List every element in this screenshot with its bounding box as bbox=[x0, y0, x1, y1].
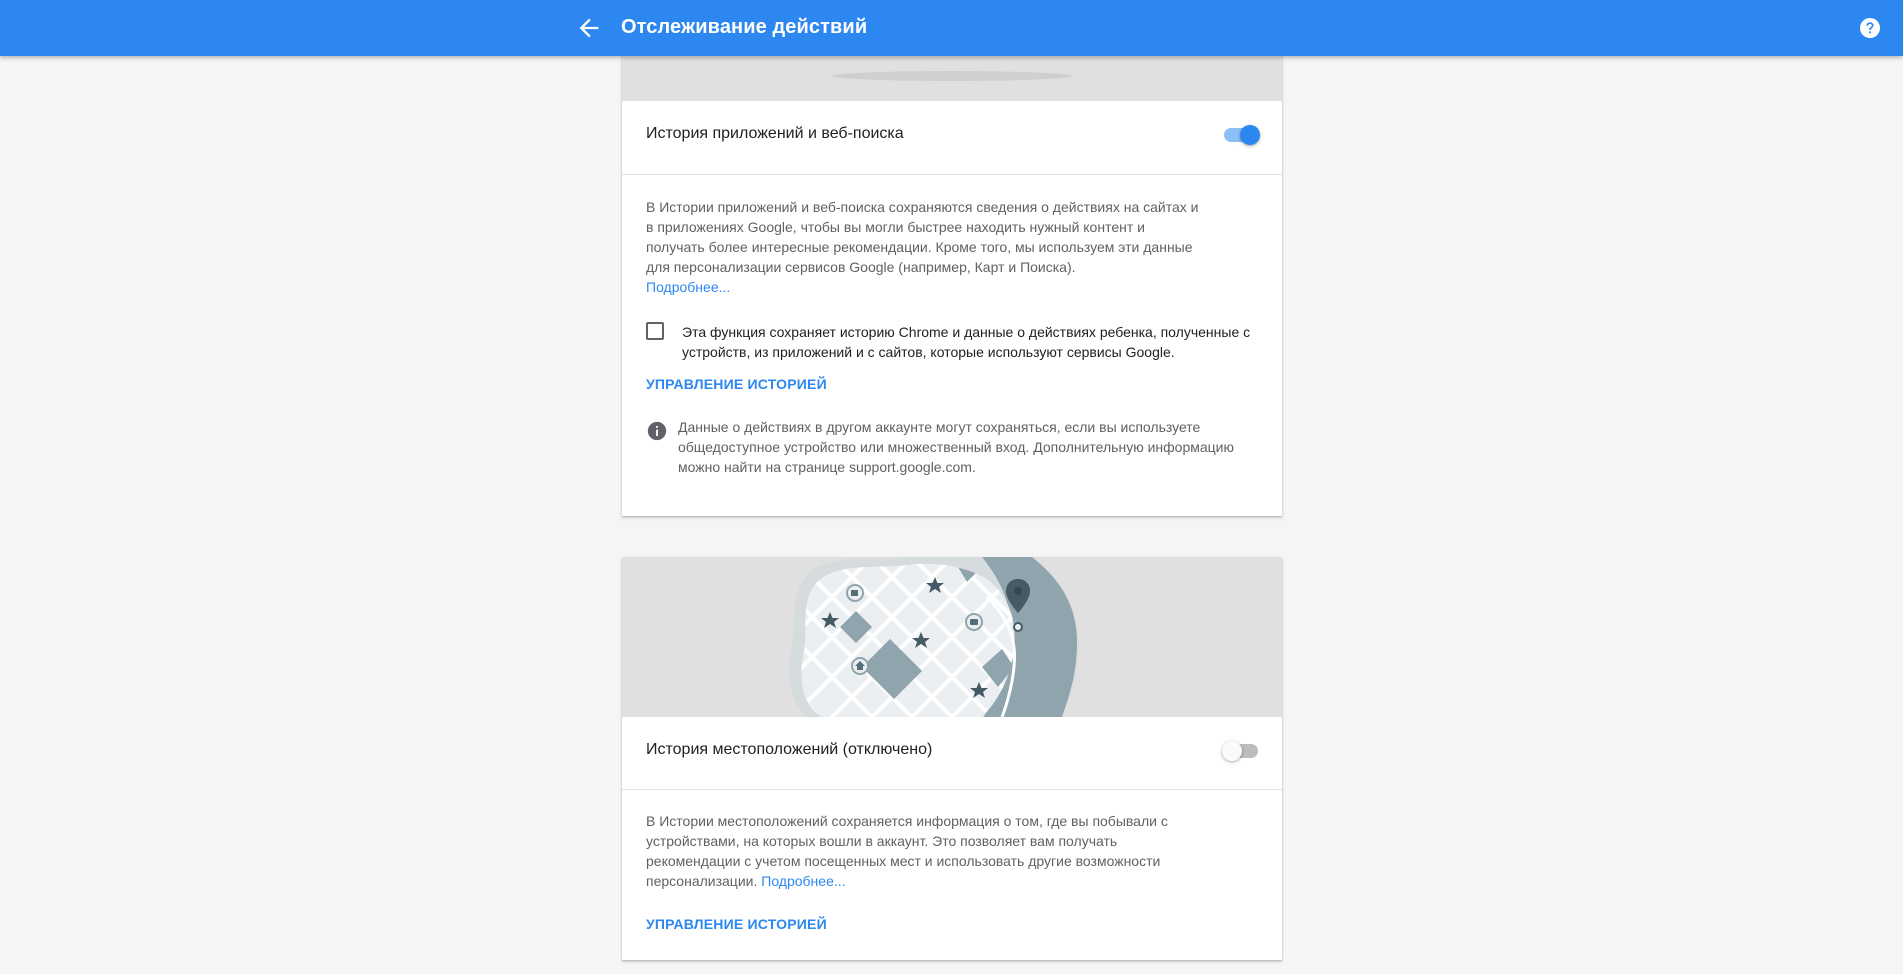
toggle-knob bbox=[1240, 125, 1260, 145]
location-history-title: История местоположений (отключено) bbox=[646, 741, 933, 758]
help-button[interactable] bbox=[1858, 16, 1882, 40]
web-app-activity-description: В Истории приложений и веб-поиска сохран… bbox=[646, 197, 1206, 297]
back-button[interactable] bbox=[575, 14, 603, 42]
web-app-activity-toggle[interactable] bbox=[1222, 123, 1262, 147]
location-history-card: История местоположений (отключено) В Ист… bbox=[622, 557, 1282, 960]
home-icon bbox=[851, 657, 869, 675]
info-text: Данные о действиях в другом аккаунте мог… bbox=[678, 419, 1234, 475]
cafe-icon bbox=[846, 584, 864, 602]
info-icon bbox=[647, 421, 667, 441]
learn-more-link[interactable]: Подробнее... bbox=[761, 873, 845, 889]
arrow-back-icon bbox=[579, 18, 599, 38]
description-text: В Истории приложений и веб-поиска сохран… bbox=[646, 199, 1199, 275]
manage-history-link[interactable]: УПРАВЛЕНИЕ ИСТОРИЕЙ bbox=[646, 376, 827, 392]
chrome-history-checkbox[interactable] bbox=[646, 322, 664, 340]
camera-icon bbox=[965, 613, 983, 631]
chrome-history-checkbox-label: Эта функция сохраняет историю Chrome и д… bbox=[682, 324, 1251, 360]
help-circle-icon bbox=[1860, 18, 1880, 38]
page-title: Отслеживание действий bbox=[621, 16, 868, 38]
toggle-knob bbox=[1222, 741, 1242, 761]
top-app-bar: Отслеживание действий bbox=[0, 0, 1903, 56]
learn-more-link[interactable]: Подробнее... bbox=[646, 279, 730, 295]
map-illustration bbox=[622, 557, 1282, 717]
description-text: В Истории местоположений сохраняется инф… bbox=[646, 813, 1168, 889]
location-history-description: В Истории местоположений сохраняется инф… bbox=[646, 811, 1206, 891]
web-app-activity-card: История приложений и веб-поиска В Истори… bbox=[622, 40, 1282, 516]
web-app-activity-title: История приложений и веб-поиска bbox=[646, 125, 904, 142]
divider bbox=[622, 789, 1282, 790]
divider bbox=[622, 174, 1282, 175]
manage-history-link[interactable]: УПРАВЛЕНИЕ ИСТОРИЕЙ bbox=[646, 916, 827, 932]
location-history-toggle[interactable] bbox=[1222, 739, 1262, 763]
